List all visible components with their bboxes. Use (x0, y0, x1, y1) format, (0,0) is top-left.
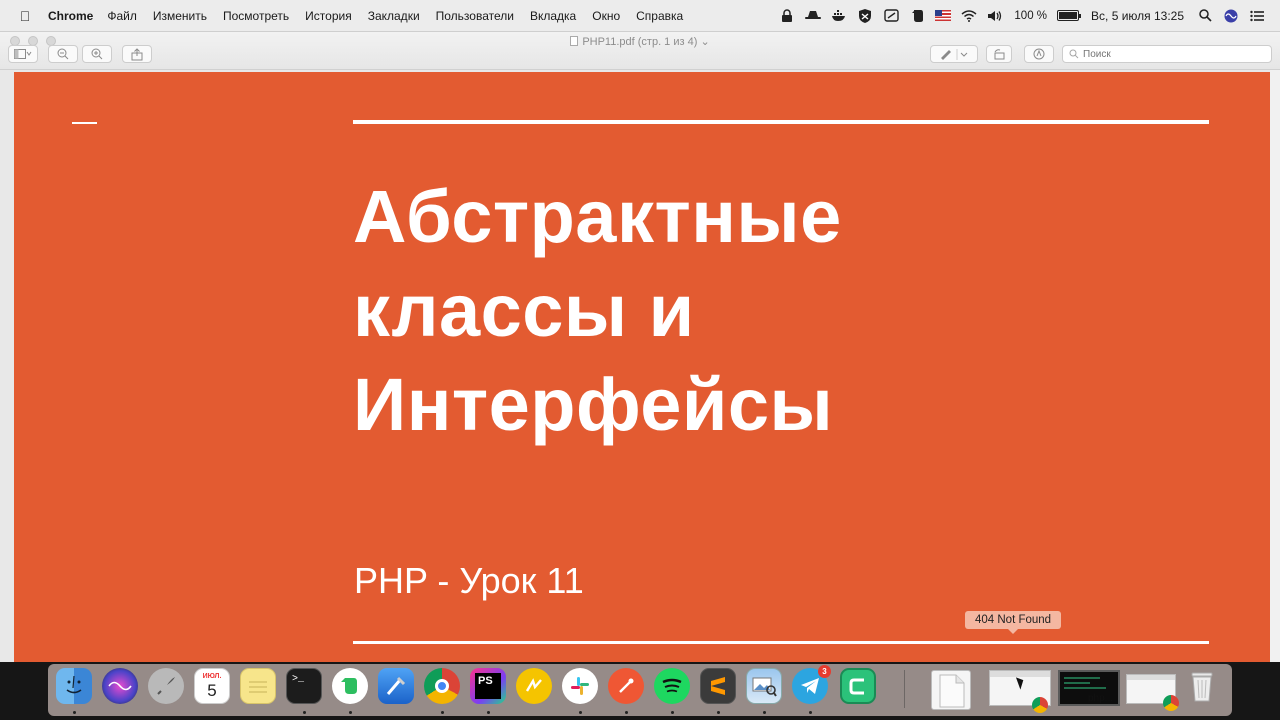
running-indicator (73, 711, 76, 714)
shield-icon[interactable] (857, 8, 873, 23)
running-indicator (349, 711, 352, 714)
slide-title-line-3: Интерфейсы (353, 363, 834, 446)
annotate-button[interactable] (1024, 45, 1054, 63)
spotify-icon[interactable] (654, 668, 690, 704)
downloads-stack-icon[interactable] (931, 670, 971, 710)
chevron-down-icon: ⌄ (700, 36, 710, 48)
chrome-center (435, 679, 449, 693)
us-flag-icon[interactable] (935, 10, 952, 21)
launchpad-rocket-icon[interactable] (148, 668, 184, 704)
menu-item-view[interactable]: Посмотреть (223, 9, 289, 23)
running-indicator (579, 711, 582, 714)
zoom-in-button[interactable] (82, 45, 112, 63)
battery-icon[interactable] (1057, 10, 1082, 21)
running-indicator (487, 711, 490, 714)
menubar-clock[interactable]: Вс, 5 июля 13:25 (1091, 9, 1184, 23)
phpstorm-icon[interactable]: PS (470, 668, 506, 704)
chrome-badge-icon (1163, 695, 1179, 711)
slide-title-line-1: Абстрактные (353, 175, 842, 258)
bottom-rule (353, 641, 1209, 644)
pdf-page-slide: Абстрактные классы и Интерфейсы PHP - Ур… (14, 72, 1270, 662)
document-content: Абстрактные классы и Интерфейсы PHP - Ур… (0, 70, 1280, 662)
running-indicator (809, 711, 812, 714)
share-button[interactable] (122, 45, 152, 63)
zoom-out-button[interactable] (48, 45, 78, 63)
evernote-icon[interactable] (332, 668, 368, 704)
running-indicator (671, 711, 674, 714)
window-titlebar: PHP11.pdf (стр. 1 из 4) ⌄ (0, 32, 1280, 70)
siri-icon[interactable] (1223, 9, 1239, 23)
chrome-window-thumbnail-2[interactable] (1126, 674, 1179, 711)
dock-separator (904, 670, 905, 708)
apple-menu-icon[interactable]:  (14, 8, 36, 24)
chrome-icon[interactable] (424, 668, 460, 704)
sidebar-toggle-button[interactable] (8, 45, 38, 63)
siri-dock-icon[interactable] (102, 668, 138, 704)
preview-icon[interactable] (746, 668, 782, 704)
calendar-day: 5 (207, 680, 217, 700)
trash-icon[interactable] (1184, 668, 1220, 704)
running-indicator (303, 711, 306, 714)
menu-bar:  Chrome Файл Изменить Посмотреть Истори… (0, 0, 1280, 32)
volume-icon[interactable] (987, 9, 1003, 23)
search-field[interactable] (1062, 45, 1272, 63)
running-indicator (441, 711, 444, 714)
notification-center-icon[interactable] (1249, 9, 1265, 23)
search-icon (1069, 49, 1079, 59)
menu-item-edit[interactable]: Изменить (153, 9, 207, 23)
chrome-badge-icon (1032, 697, 1048, 713)
running-indicator (717, 711, 720, 714)
rotate-button[interactable] (986, 45, 1012, 63)
spotlight-search-icon[interactable] (1197, 9, 1213, 23)
document-title-text: PHP11.pdf (стр. 1 из 4) (582, 36, 698, 48)
lock-icon[interactable] (779, 8, 795, 23)
sketch-like-icon[interactable] (516, 668, 552, 704)
menu-item-help[interactable]: Справка (636, 9, 683, 23)
notes-icon[interactable] (240, 668, 276, 704)
terminal-icon[interactable]: >_ (286, 668, 322, 704)
calendar-month: ИЮЛ. (202, 672, 222, 680)
slide-title: Абстрактные классы и Интерфейсы (353, 170, 842, 452)
running-indicator (625, 711, 628, 714)
dock: ИЮЛ. 5 >_ PS 3 (48, 664, 1232, 716)
wifi-icon[interactable] (961, 9, 977, 23)
menu-item-tab[interactable]: Вкладка (530, 9, 576, 23)
calendar-icon[interactable]: ИЮЛ. 5 (194, 668, 230, 704)
finder-icon[interactable] (56, 668, 92, 704)
battery-percent: 100 % (1014, 9, 1048, 22)
menu-item-file[interactable]: Файл (107, 9, 137, 23)
dock-tooltip: 404 Not Found (965, 611, 1062, 634)
decorative-dash (72, 122, 97, 124)
sublime-text-icon[interactable] (700, 668, 736, 704)
vertical-scrollbar[interactable] (1270, 70, 1280, 662)
pdf-document-icon (570, 36, 579, 46)
slack-icon[interactable] (562, 668, 598, 704)
menu-app-name[interactable]: Chrome (48, 9, 93, 23)
thumbnail-titlebar (1127, 675, 1175, 680)
slide-title-line-2: классы и (353, 269, 695, 352)
xcode-icon[interactable] (378, 668, 414, 704)
menu-item-users[interactable]: Пользователи (436, 9, 514, 23)
status-area: 100 % Вс, 5 июля 13:25 (774, 0, 1280, 31)
telegram-unread-badge: 3 (818, 665, 831, 678)
running-indicator (763, 711, 766, 714)
pdf-viewer-window: PHP11.pdf (стр. 1 из 4) ⌄ Поиск Абстракт… (0, 32, 1280, 662)
slide-subtitle: PHP - Урок 11 (354, 560, 584, 601)
screenshot-icon[interactable] (883, 9, 899, 23)
search-input[interactable] (1083, 48, 1263, 60)
telegram-icon[interactable]: 3 (792, 665, 831, 704)
postman-icon[interactable] (608, 668, 644, 704)
incognito-hat-icon[interactable] (805, 9, 822, 23)
window-thumbnail-label: php... (1088, 693, 1114, 704)
green-app-icon[interactable] (840, 668, 876, 704)
battery-fill (1059, 12, 1078, 19)
menu-item-bookmarks[interactable]: Закладки (368, 9, 420, 23)
menu-item-window[interactable]: Окно (592, 9, 620, 23)
menu-item-history[interactable]: История (305, 9, 352, 23)
phpstorm-label: PS (475, 673, 501, 699)
top-rule (353, 120, 1209, 124)
markup-button[interactable] (930, 45, 978, 63)
docker-whale-icon[interactable] (831, 9, 847, 23)
evernote-status-icon[interactable] (909, 9, 925, 23)
